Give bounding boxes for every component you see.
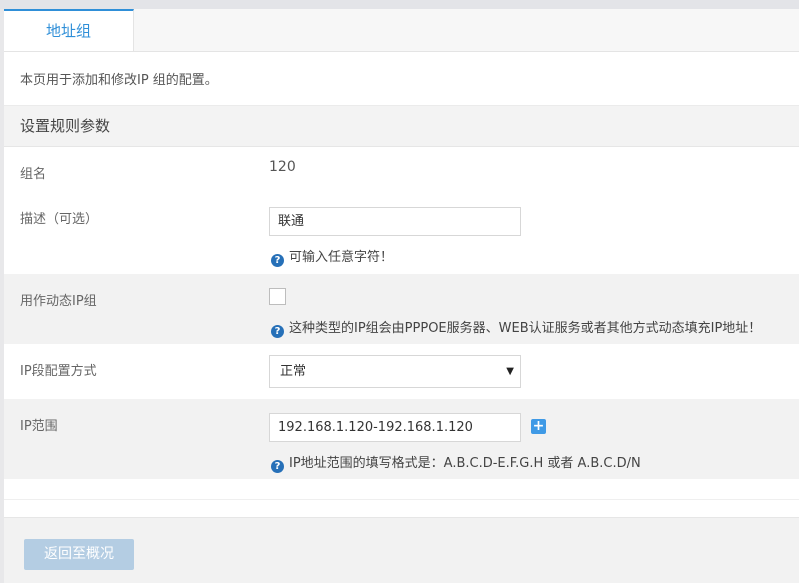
ip-mode-select[interactable]: 正常 ▼	[269, 355, 521, 388]
footer: 返回至概况	[4, 517, 799, 583]
section-title: 设置规则参数	[4, 105, 799, 147]
dynamic-checkbox[interactable]	[269, 288, 286, 305]
ip-range-hint: ? IP地址范围的填写格式是：A.B.C.D-E.F.G.H 或者 A.B.C.D…	[271, 452, 641, 473]
dynamic-label: 用作动态IP组	[20, 294, 97, 309]
row-group-name: 组名 120	[4, 147, 799, 192]
row-dynamic-ip-group: 用作动态IP组 ? 这种类型的IP组会由PPPOE服务器、WEB认证服务或者其他方…	[4, 274, 799, 344]
group-name-value: 120	[269, 159, 296, 175]
tab-address-group[interactable]: 地址组	[4, 9, 134, 51]
ip-mode-label: IP段配置方式	[20, 364, 97, 379]
content-card: 地址组 本页用于添加和修改IP 组的配置。 设置规则参数 组名 120 描述（可…	[4, 9, 799, 583]
ip-mode-selected: 正常	[280, 364, 307, 379]
help-icon: ?	[271, 254, 284, 267]
dynamic-hint-text: 这种类型的IP组会由PPPOE服务器、WEB认证服务或者其他方式动态填充IP地址…	[289, 321, 762, 336]
help-icon: ?	[271, 325, 284, 338]
add-range-icon[interactable]: +	[531, 419, 546, 434]
top-strip	[0, 0, 799, 9]
description-input[interactable]: 联通	[269, 207, 521, 236]
description-hint: ? 可输入任意字符！	[271, 246, 393, 267]
group-name-label: 组名	[20, 167, 47, 182]
ip-range-input[interactable]: 192.168.1.120-192.168.1.120	[269, 413, 521, 442]
description-label: 描述（可选）	[20, 212, 99, 227]
tab-bar: 地址组	[4, 9, 799, 52]
ip-range-hint-text: IP地址范围的填写格式是：A.B.C.D-E.F.G.H 或者 A.B.C.D/…	[289, 456, 641, 471]
row-description: 描述（可选） 联通 ? 可输入任意字符！	[4, 192, 799, 274]
back-to-overview-button[interactable]: 返回至概况	[24, 539, 134, 570]
dynamic-hint: ? 这种类型的IP组会由PPPOE服务器、WEB认证服务或者其他方式动态填充IP地…	[271, 317, 761, 338]
dropdown-arrow-icon: ▼	[506, 366, 514, 377]
ip-range-label: IP范围	[20, 419, 58, 434]
row-ip-mode: IP段配置方式 正常 ▼	[4, 344, 799, 399]
page-description: 本页用于添加和修改IP 组的配置。	[20, 73, 218, 88]
row-ip-range: IP范围 192.168.1.120-192.168.1.120 + ? IP地址…	[4, 399, 799, 479]
help-icon: ?	[271, 460, 284, 473]
description-hint-text: 可输入任意字符！	[289, 250, 394, 265]
divider	[4, 499, 799, 500]
